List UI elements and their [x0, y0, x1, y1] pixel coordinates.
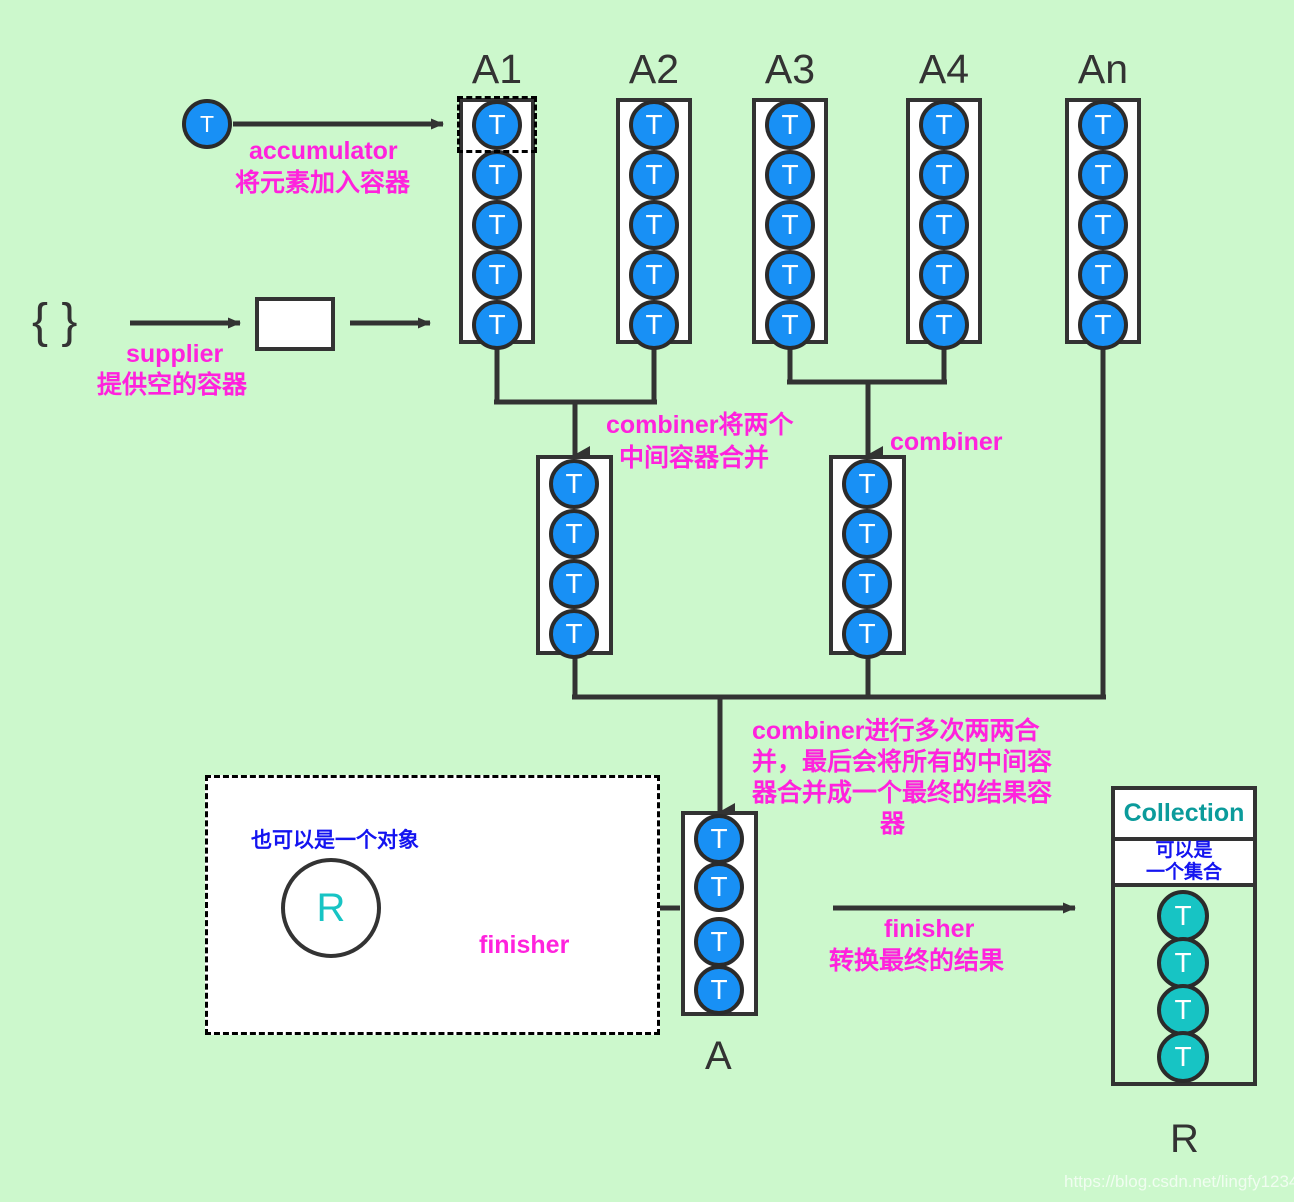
- combiner-final-line4: 器: [880, 810, 906, 838]
- combiner-final-line3: 器合并成一个最终的结果容: [752, 779, 1053, 807]
- accumulator-highlight-box: [457, 96, 537, 153]
- source-token-label: T: [199, 110, 215, 137]
- collection-header-label: Collection: [1123, 799, 1245, 827]
- token-a3-3: T: [765, 200, 815, 250]
- collection-header: Collection: [1111, 786, 1257, 841]
- result-object-label: R: [316, 885, 346, 930]
- token-an-3: T: [1078, 200, 1128, 250]
- token-a1-4: T: [472, 250, 522, 300]
- token-final-4: T: [694, 965, 744, 1015]
- token-int1-2: T: [549, 509, 599, 559]
- final-container-label: A: [705, 1034, 732, 1078]
- token-int2-4: T: [842, 609, 892, 659]
- token-int1-4: T: [549, 609, 599, 659]
- token-collection-2: T: [1157, 937, 1209, 989]
- token-a4-1: T: [919, 100, 969, 150]
- token-final-2: T: [694, 862, 744, 912]
- combiner-left-line2: 中间容器合并: [619, 444, 770, 472]
- column-label-a1: A1: [471, 46, 523, 92]
- collection-result-label: R: [1170, 1117, 1199, 1161]
- column-label-an: An: [1077, 46, 1129, 92]
- token-a1-5: T: [472, 300, 522, 350]
- token-a2-3: T: [629, 200, 679, 250]
- source-token: T: [182, 99, 232, 149]
- token-int2-1: T: [842, 459, 892, 509]
- column-label-a3: A3: [764, 46, 816, 92]
- diagram-canvas: T accumulator 将元素加入容器 { } supplier 提供空的容…: [0, 0, 1294, 1202]
- token-a1-2: T: [472, 150, 522, 200]
- token-final-1: T: [694, 814, 744, 864]
- token-a2-4: T: [629, 250, 679, 300]
- collection-subtitle: 可以是 一个集合: [1111, 840, 1257, 887]
- token-collection-3: T: [1157, 984, 1209, 1036]
- token-int2-2: T: [842, 509, 892, 559]
- token-a4-5: T: [919, 300, 969, 350]
- token-a4-3: T: [919, 200, 969, 250]
- token-a2-1: T: [629, 100, 679, 150]
- token-a3-1: T: [765, 100, 815, 150]
- object-panel-note: 也可以是一个对象: [251, 829, 419, 852]
- combiner-right-label: combiner: [890, 428, 1003, 456]
- token-a3-4: T: [765, 250, 815, 300]
- token-int1-1: T: [549, 459, 599, 509]
- collection-subtitle-text: 可以是 一个集合: [1145, 840, 1222, 883]
- token-an-4: T: [1078, 250, 1128, 300]
- token-final-3: T: [694, 917, 744, 967]
- supplier-braces: { }: [32, 295, 78, 348]
- column-label-a4: A4: [918, 46, 970, 92]
- token-int1-3: T: [549, 559, 599, 609]
- combiner-final-line1: combiner进行多次两两合: [752, 717, 1040, 745]
- supplier-label-cn: 提供空的容器: [97, 371, 248, 399]
- token-a3-2: T: [765, 150, 815, 200]
- accumulator-label-en: accumulator: [249, 137, 398, 165]
- token-collection-4: T: [1157, 1031, 1209, 1083]
- object-result-panel: [205, 775, 660, 1035]
- token-a4-4: T: [919, 250, 969, 300]
- token-a4-2: T: [919, 150, 969, 200]
- token-collection-1: T: [1157, 890, 1209, 942]
- supplier-empty-container: [255, 297, 335, 351]
- token-an-2: T: [1078, 150, 1128, 200]
- token-a2-2: T: [629, 150, 679, 200]
- token-a3-5: T: [765, 300, 815, 350]
- finisher-left-label: finisher: [479, 931, 570, 959]
- combiner-final-line2: 并，最后会将所有的中间容: [752, 748, 1053, 776]
- finisher-right-line2: 转换最终的结果: [829, 947, 1005, 975]
- finisher-right-line1: finisher: [884, 915, 975, 943]
- combiner-left-line1: combiner将两个: [606, 411, 794, 439]
- supplier-label-en: supplier: [126, 340, 224, 368]
- result-object-circle: R: [281, 858, 381, 958]
- column-label-a2: A2: [628, 46, 680, 92]
- accumulator-label-cn: 将元素加入容器: [235, 169, 411, 197]
- token-a2-5: T: [629, 300, 679, 350]
- token-an-1: T: [1078, 100, 1128, 150]
- token-int2-3: T: [842, 559, 892, 609]
- watermark: https://blog.csdn.net/lingfy1234: [1064, 1172, 1294, 1191]
- token-an-5: T: [1078, 300, 1128, 350]
- token-a1-3: T: [472, 200, 522, 250]
